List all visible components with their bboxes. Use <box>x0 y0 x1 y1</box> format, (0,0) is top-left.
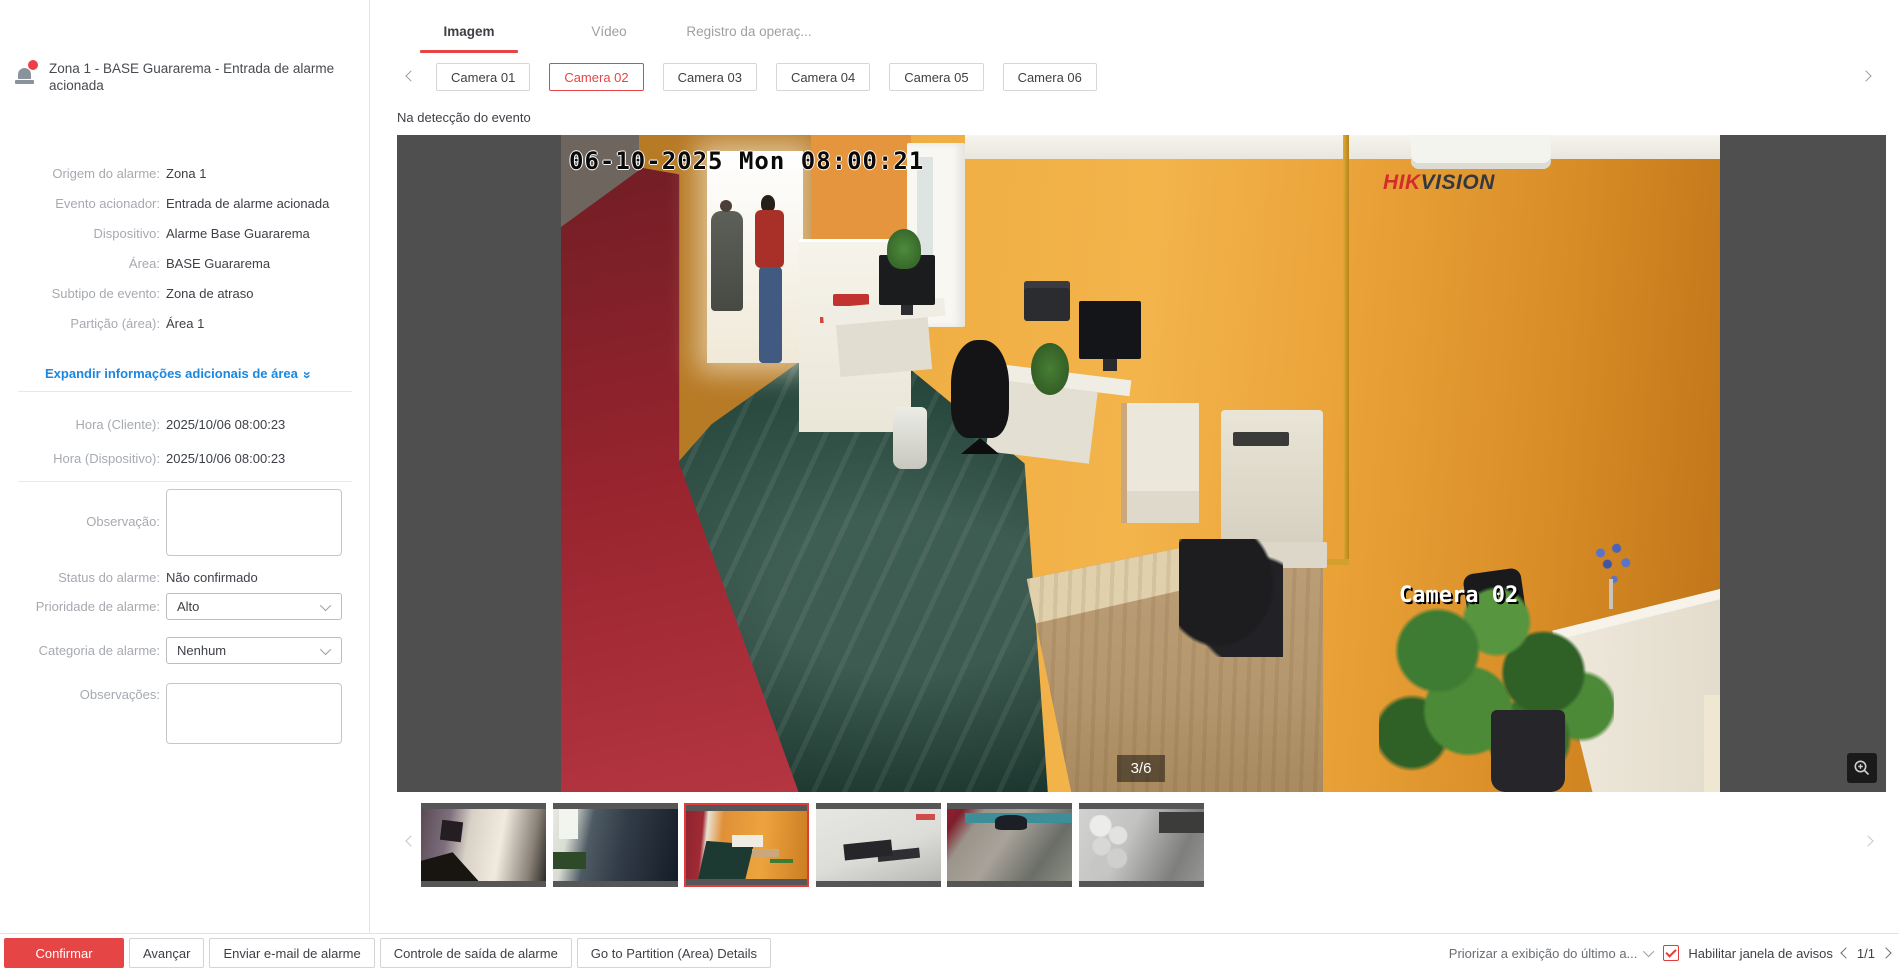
action-bar: Confirmar Avançar Enviar e-mail de alarm… <box>0 933 1899 972</box>
thumbnail-1[interactable] <box>421 803 546 887</box>
thumbnail-scroll-left-icon[interactable] <box>405 835 416 846</box>
thumbnail-6[interactable] <box>1079 803 1204 887</box>
alarm-fields: Origem do alarme: Zona 1 Evento acionado… <box>0 158 360 338</box>
thumbnail-scroll-right-icon[interactable] <box>1862 835 1873 846</box>
scene-right-edge <box>1704 695 1720 792</box>
thumbnail-image-storage-room <box>1079 809 1204 881</box>
tab-imagem[interactable]: Imagem <box>399 18 539 53</box>
double-chevron-down-icon: » <box>303 371 313 379</box>
camera-button-02[interactable]: Camera 02 <box>549 63 643 91</box>
thumbnail-image-white-office <box>816 809 941 881</box>
camera-button-06[interactable]: Camera 06 <box>1003 63 1097 91</box>
scene-small-plant-1 <box>887 229 921 269</box>
alarm-time-fields: Hora (Cliente): 2025/10/06 08:00:23 Hora… <box>0 407 360 475</box>
footer-right-controls: Priorizar a exibição do último a... Habi… <box>1449 938 1890 968</box>
scene-plant-pot <box>1491 710 1565 792</box>
osd-camera-name: Camera 02 <box>1399 583 1518 608</box>
camera-selector-row: Camera 01 Camera 02 Camera 03 Camera 04 … <box>397 63 1886 91</box>
scene-person-backpack <box>711 211 743 311</box>
field-row-client-time: Hora (Cliente): 2025/10/06 08:00:23 <box>0 407 360 441</box>
priority-dropdown[interactable]: Alto <box>166 593 342 620</box>
field-row-origin: Origem do alarme: Zona 1 <box>0 158 360 188</box>
action-buttons: Confirmar Avançar Enviar e-mail de alarm… <box>4 938 771 968</box>
thumbnail-3-selected[interactable] <box>684 803 809 887</box>
thumbnail-strip <box>397 803 1886 887</box>
thumbnail-4[interactable] <box>816 803 941 887</box>
go-to-partition-details-button[interactable]: Go to Partition (Area) Details <box>577 938 771 968</box>
field-row-trigger-event: Evento acionador: Entrada de alarme acio… <box>0 188 360 218</box>
page-previous-icon[interactable] <box>1840 947 1851 958</box>
confirm-button[interactable]: Confirmar <box>4 938 124 968</box>
alarm-info-sidebar: Zona 1 - BASE Guararema - Entrada de ala… <box>0 0 369 933</box>
scene-monitor-2 <box>1079 301 1141 359</box>
hikvision-logo: HIKVISION <box>1383 171 1495 195</box>
scene-small-printer <box>1024 281 1070 321</box>
image-viewer: 06-10-2025 Mon 08:00:21 HIKVISION Camera… <box>397 135 1886 792</box>
scene-conduit-pipe <box>1343 135 1349 565</box>
scene-person-red-shirt <box>751 195 789 367</box>
camera-scroll-left-icon[interactable] <box>405 70 416 81</box>
tab-video[interactable]: Vídeo <box>539 18 679 53</box>
field-row-device: Dispositivo: Alarme Base Guararema <box>0 218 360 248</box>
enable-popup-checkbox[interactable] <box>1663 945 1679 961</box>
thumbnail-2[interactable] <box>553 803 678 887</box>
alarm-header: Zona 1 - BASE Guararema - Entrada de ala… <box>13 60 359 94</box>
remarks-textarea[interactable] <box>166 683 342 744</box>
thumbnail-image-dark-alley <box>553 809 678 881</box>
camera-snapshot: 06-10-2025 Mon 08:00:21 HIKVISION Camera… <box>561 135 1720 792</box>
image-counter-badge: 3/6 <box>1117 755 1165 782</box>
camera-buttons: Camera 01 Camera 02 Camera 03 Camera 04 … <box>436 63 1097 91</box>
scene-cabinet <box>1121 403 1199 523</box>
tab-operation-log[interactable]: Registro da operaç... <box>679 18 819 53</box>
scene-trash-bin <box>893 407 927 469</box>
display-priority-dropdown[interactable]: Priorizar a exibição do último a... <box>1449 946 1655 961</box>
scene-ac-unit <box>1411 135 1551 169</box>
observation-textarea[interactable] <box>166 489 342 556</box>
send-alarm-email-button[interactable]: Enviar e-mail de alarme <box>209 938 374 968</box>
alarm-title: Zona 1 - BASE Guararema - Entrada de ala… <box>49 60 341 94</box>
field-row-event-subtype: Subtipo de evento: Zona de atraso <box>0 278 360 308</box>
camera-button-01[interactable]: Camera 01 <box>436 63 530 91</box>
thumbnail-5[interactable] <box>947 803 1072 887</box>
camera-button-05[interactable]: Camera 05 <box>889 63 983 91</box>
alarm-detail-window: Zona 1 - BASE Guararema - Entrada de ala… <box>0 0 1899 972</box>
osd-timestamp: 06-10-2025 Mon 08:00:21 <box>569 147 924 175</box>
pagination: 1/1 <box>1842 946 1890 961</box>
camera-button-03[interactable]: Camera 03 <box>663 63 757 91</box>
media-tabs: Imagem Vídeo Registro da operaç... <box>399 18 819 53</box>
scene-office-chair <box>951 340 1009 438</box>
category-dropdown[interactable]: Nenhum <box>166 637 342 664</box>
page-next-icon[interactable] <box>1880 947 1891 958</box>
scene-laser-printer <box>1221 410 1323 542</box>
enable-popup-label: Habilitar janela de avisos <box>1688 946 1833 961</box>
divider <box>18 481 352 482</box>
alarm-output-control-button[interactable]: Controle de saída de alarme <box>380 938 572 968</box>
field-row-area: Área: BASE Guararema <box>0 248 360 278</box>
alarm-siren-icon <box>13 60 39 86</box>
next-button[interactable]: Avançar <box>129 938 204 968</box>
expand-area-info-link[interactable]: Expandir informações adicionais de área … <box>45 366 312 381</box>
camera-button-04[interactable]: Camera 04 <box>776 63 870 91</box>
alarm-red-dot-badge <box>28 60 38 70</box>
thumbnail-image-office-orange <box>686 811 807 879</box>
alarm-status-row: Status do alarme: Não confirmado <box>0 565 360 589</box>
field-row-device-time: Hora (Dispositivo): 2025/10/06 08:00:23 <box>0 441 360 475</box>
magnifier-plus-icon <box>1852 758 1872 778</box>
page-indicator: 1/1 <box>1857 946 1875 961</box>
event-detection-label: Na detecção do evento <box>397 110 531 125</box>
sidebar-divider <box>369 0 370 933</box>
camera-scroll-right-icon[interactable] <box>1860 70 1871 81</box>
field-row-partition: Partição (área): Área 1 <box>0 308 360 338</box>
scene-small-plant-2 <box>1031 343 1069 395</box>
divider <box>18 391 352 392</box>
chevron-down-icon <box>1643 946 1654 957</box>
scene-black-chairs <box>1179 539 1283 657</box>
thumbnail-image-street <box>947 809 1072 881</box>
zoom-in-button[interactable] <box>1847 753 1877 783</box>
thumbnail-image-corridor <box>421 809 546 881</box>
